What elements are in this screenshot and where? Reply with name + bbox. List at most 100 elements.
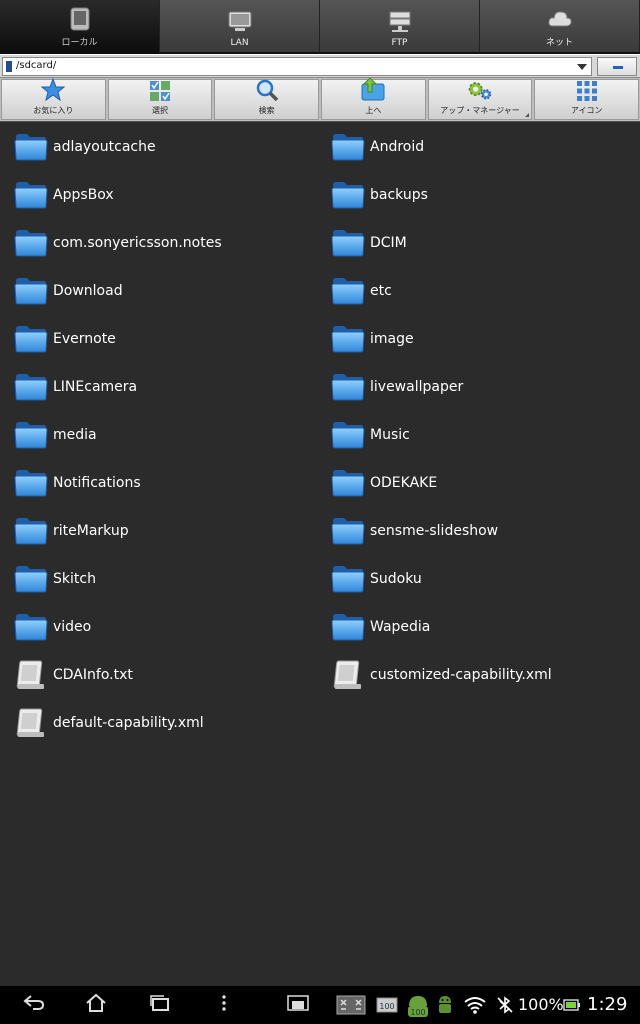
minus-icon xyxy=(613,66,623,69)
folder-icon xyxy=(331,468,365,498)
folder-icon xyxy=(14,276,48,306)
file-name: Sudoku xyxy=(370,571,422,587)
path-bar: /sdcard/ xyxy=(0,54,640,78)
file-item[interactable]: default-capability.xml xyxy=(0,699,317,747)
file-name: video xyxy=(53,619,92,635)
path-text: /sdcard/ xyxy=(16,60,57,71)
battery-icon xyxy=(561,986,583,1024)
document-icon xyxy=(331,660,365,690)
up-button[interactable]: 上へ xyxy=(321,78,426,120)
file-item[interactable]: customized-capability.xml xyxy=(317,651,634,699)
location-tabs: ローカル LAN FTP ネット xyxy=(0,0,640,54)
gears-icon xyxy=(467,78,493,102)
toolbar-label: 検索 xyxy=(258,106,275,115)
folder-item[interactable]: LINEcamera xyxy=(0,363,317,411)
file-name: etc xyxy=(370,283,392,299)
folder-icon xyxy=(14,612,48,642)
folder-item[interactable]: Download xyxy=(0,267,317,315)
folder-item[interactable]: video xyxy=(0,603,317,651)
toolbar-label: お気に入り xyxy=(33,106,74,115)
folder-icon xyxy=(331,132,365,162)
tab-local[interactable]: ローカル xyxy=(0,0,160,54)
folder-item[interactable]: adlayoutcache xyxy=(0,123,317,171)
collapse-button[interactable] xyxy=(597,57,637,76)
folder-item[interactable]: etc xyxy=(317,267,634,315)
folder-item[interactable]: Music xyxy=(317,411,634,459)
folder-icon xyxy=(331,372,365,402)
battery-badge-text: 100 xyxy=(410,1008,425,1017)
folder-item[interactable]: livewallpaper xyxy=(317,363,634,411)
home-icon xyxy=(85,993,107,1017)
sdcard-icon xyxy=(6,61,12,72)
tab-label: FTP xyxy=(391,38,408,48)
folder-item[interactable]: sensme-slideshow xyxy=(317,507,634,555)
folder-item[interactable]: com.sonyericsson.notes xyxy=(0,219,317,267)
path-select[interactable]: /sdcard/ xyxy=(2,57,592,76)
folder-item[interactable]: AppsBox xyxy=(0,171,317,219)
tab-label: ローカル xyxy=(61,38,98,48)
folder-item[interactable]: ODEKAKE xyxy=(317,459,634,507)
menu-button[interactable] xyxy=(212,986,236,1024)
battery-100-badge-icon: 100 xyxy=(374,986,400,1024)
folder-item[interactable]: Sudoku xyxy=(317,555,634,603)
file-name: AppsBox xyxy=(53,187,114,203)
file-name: Evernote xyxy=(53,331,116,347)
recent-apps-icon xyxy=(149,994,171,1016)
dropdown-arrow-icon xyxy=(577,64,587,70)
folder-icon xyxy=(331,276,365,306)
app-manager-button[interactable]: アップ・マネージャー xyxy=(427,78,533,120)
folder-item[interactable]: riteMarkup xyxy=(0,507,317,555)
search-button[interactable]: 検索 xyxy=(214,78,320,120)
file-name: Wapedia xyxy=(370,619,431,635)
document-icon xyxy=(14,708,48,738)
home-button[interactable] xyxy=(76,986,116,1024)
file-grid: adlayoutcache Android AppsBox backups com.so… xyxy=(0,123,640,983)
folder-icon xyxy=(14,372,48,402)
small-apps-icon xyxy=(287,995,309,1015)
file-name: LINEcamera xyxy=(53,379,138,395)
tab-lan[interactable]: LAN xyxy=(160,0,320,54)
screenshot-notification-icon xyxy=(334,986,368,1024)
folder-icon xyxy=(331,612,365,642)
file-item[interactable]: CDAInfo.txt xyxy=(0,651,317,699)
folder-item[interactable]: media xyxy=(0,411,317,459)
folder-icon xyxy=(331,228,365,258)
tab-label: ネット xyxy=(545,38,573,48)
android-battery-icon: 100 xyxy=(404,986,432,1024)
tab-ftp[interactable]: FTP xyxy=(320,0,480,54)
folder-icon xyxy=(14,516,48,546)
file-name: Android xyxy=(370,139,425,155)
folder-item[interactable]: Evernote xyxy=(0,315,317,363)
select-button[interactable]: 選択 xyxy=(107,79,213,120)
file-name: CDAInfo.txt xyxy=(53,667,133,683)
folder-item[interactable]: image xyxy=(317,315,634,363)
magnifier-icon xyxy=(254,78,280,102)
back-button[interactable] xyxy=(14,986,54,1024)
small-apps-button[interactable] xyxy=(284,986,312,1024)
file-name: media xyxy=(53,427,97,443)
folder-icon xyxy=(14,420,48,450)
up-folder-icon xyxy=(360,78,386,102)
folder-icon xyxy=(14,228,48,258)
toolbar-label: 上へ xyxy=(365,106,382,115)
recent-apps-button[interactable] xyxy=(140,986,180,1024)
select-grid-icon xyxy=(147,80,173,102)
menu-dots-icon xyxy=(222,995,226,1015)
folder-item[interactable]: Notifications xyxy=(0,459,317,507)
file-name: Download xyxy=(53,283,123,299)
tablet-icon xyxy=(67,7,93,31)
folder-icon xyxy=(331,564,365,594)
document-icon xyxy=(14,660,48,690)
folder-icon xyxy=(331,180,365,210)
folder-item[interactable]: Wapedia xyxy=(317,603,634,651)
svg-text:100: 100 xyxy=(379,1002,394,1011)
tab-net[interactable]: ネット xyxy=(480,0,640,54)
favorites-button[interactable]: お気に入り xyxy=(1,78,106,120)
clock: 1:29 xyxy=(587,994,628,1015)
folder-item[interactable]: backups xyxy=(317,171,634,219)
folder-item[interactable]: DCIM xyxy=(317,219,634,267)
icon-view-button[interactable]: アイコン xyxy=(534,79,640,120)
file-name: Skitch xyxy=(53,571,96,587)
folder-item[interactable]: Skitch xyxy=(0,555,317,603)
folder-item[interactable]: Android xyxy=(317,123,634,171)
